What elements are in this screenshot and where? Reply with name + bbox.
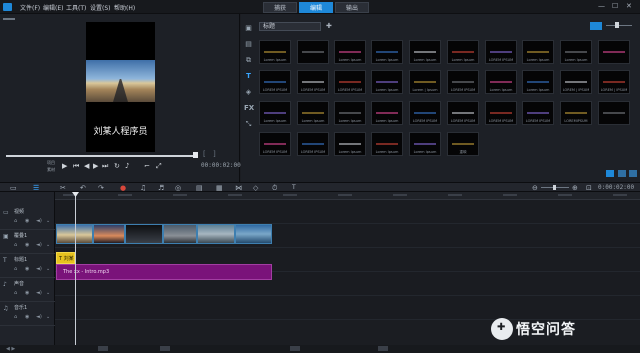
status-bar: ◀ ▶	[0, 345, 640, 353]
title-clip-label: T 刘某	[59, 256, 74, 262]
watermark-text: 悟空问答	[516, 322, 576, 338]
video-clip[interactable]	[125, 224, 163, 244]
timeline-tracks	[0, 0, 640, 353]
video-clip[interactable]	[163, 224, 197, 244]
audio-clip-label: The xx - Intro.mp3	[63, 269, 110, 275]
scroll-marker-2	[160, 346, 170, 351]
video-clip[interactable]	[235, 224, 272, 244]
playhead[interactable]	[75, 192, 76, 345]
track-lane[interactable]	[55, 296, 640, 320]
video-clip[interactable]	[197, 224, 235, 244]
track-lane[interactable]	[55, 200, 640, 224]
scroll-marker-4	[378, 346, 388, 351]
scroll-marker-1	[98, 346, 108, 351]
title-clip[interactable]: T 刘某	[56, 252, 75, 264]
status-left-icon: ◀ ▶	[6, 346, 16, 352]
watermark-logo-glyph-icon: ✚	[497, 322, 506, 333]
video-clips	[0, 0, 640, 244]
scroll-marker-3	[290, 346, 300, 351]
audio-clip[interactable]: The xx - Intro.mp3	[56, 264, 272, 280]
video-clip[interactable]	[93, 224, 125, 244]
